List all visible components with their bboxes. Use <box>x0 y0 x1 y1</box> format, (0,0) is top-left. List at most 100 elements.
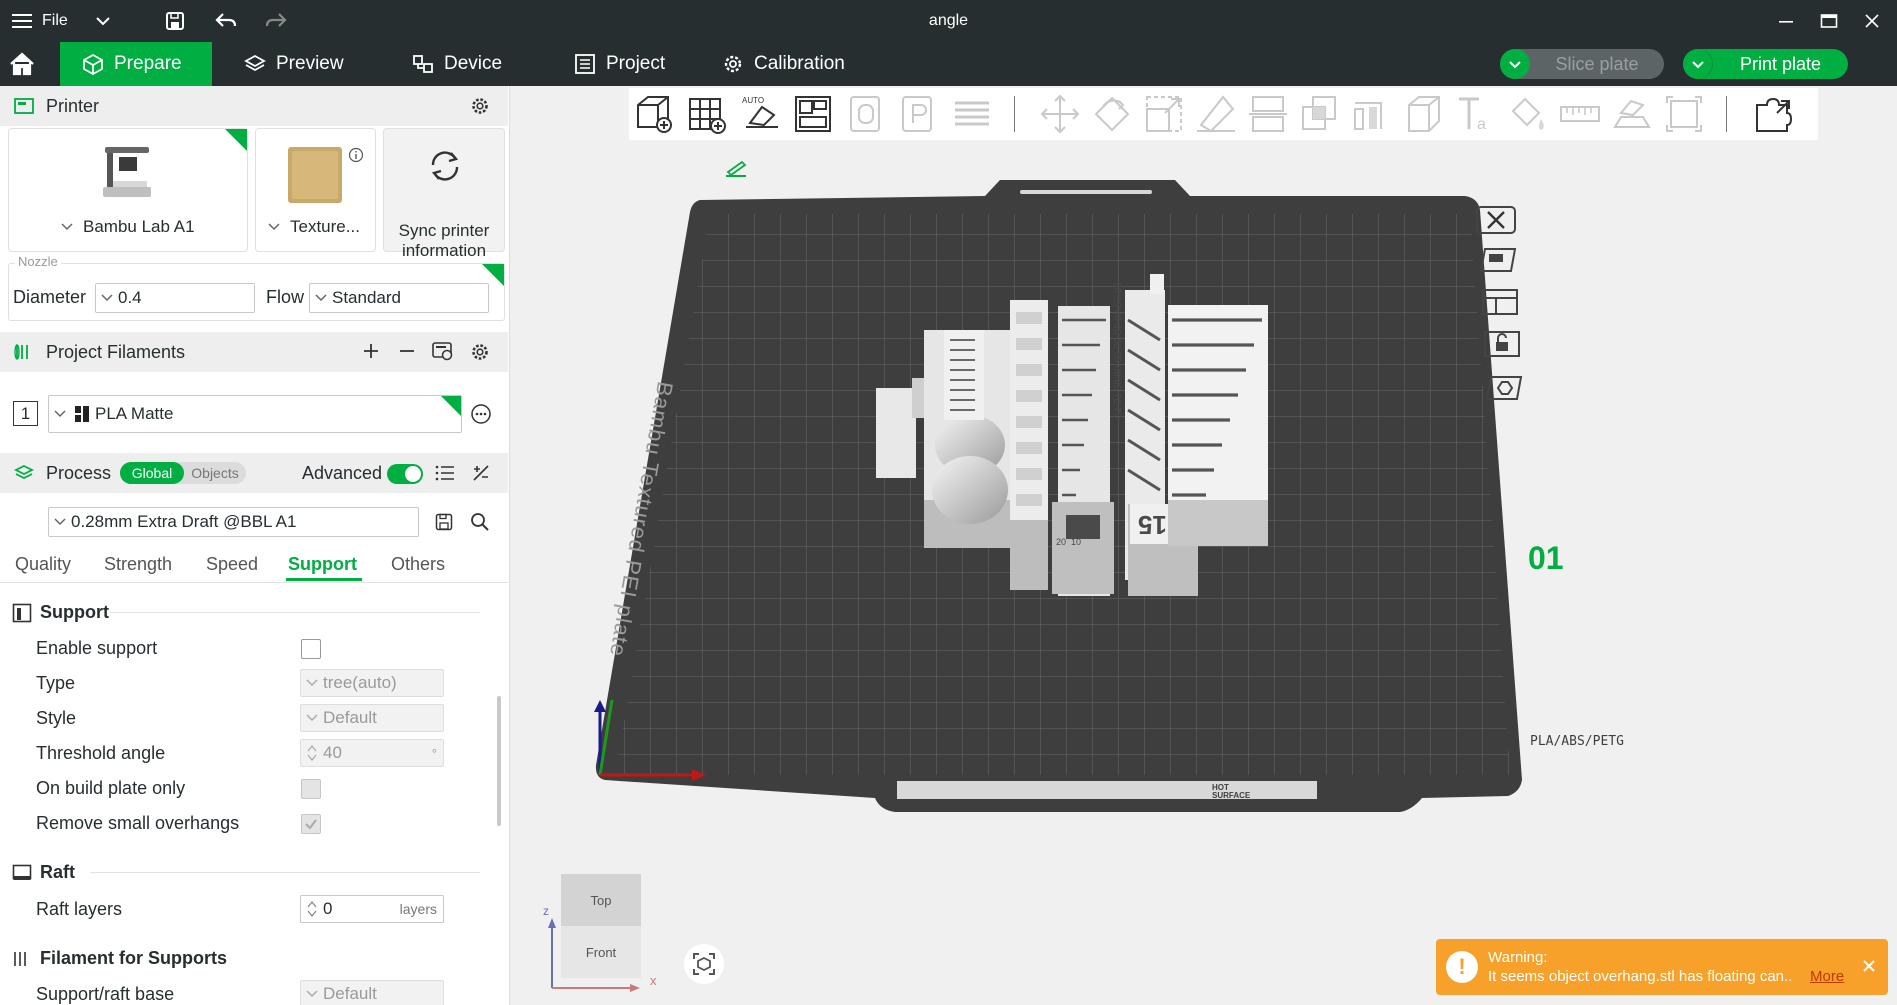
printer-settings-gear-icon[interactable] <box>470 96 490 116</box>
add-filament-icon[interactable] <box>362 342 380 360</box>
undo-button[interactable] <box>212 0 240 42</box>
boolean-button[interactable] <box>1299 93 1341 135</box>
tab-others[interactable]: Others <box>391 554 445 575</box>
process-preset-select[interactable]: 0.28mm Extra Draft @BBL A1 <box>48 507 419 537</box>
advanced-switch[interactable] <box>387 464 423 484</box>
build-plate-scene[interactable] <box>510 86 1897 1005</box>
edit-pencil-icon[interactable] <box>722 156 750 180</box>
auto-orient-button[interactable]: AUTO <box>740 93 782 135</box>
close-window-button[interactable] <box>1858 0 1886 42</box>
tab-prepare[interactable]: Prepare <box>60 42 212 86</box>
raft-icon <box>12 864 32 882</box>
remove-filament-icon[interactable] <box>398 342 416 360</box>
remove-small-overhangs-checkbox[interactable] <box>301 814 321 834</box>
build-plate-only-checkbox[interactable] <box>301 779 321 799</box>
move-button[interactable] <box>1039 93 1081 135</box>
rotate-button[interactable] <box>1091 93 1133 135</box>
lay-on-face-button[interactable] <box>1195 93 1237 135</box>
add-object-button[interactable] <box>632 93 674 135</box>
plate-type-dropdown[interactable]: Texture... <box>268 217 360 237</box>
reset-view-button[interactable] <box>684 944 724 984</box>
filament-more-icon[interactable] <box>470 403 492 425</box>
text-shape-button[interactable]: a <box>1455 93 1497 135</box>
printer-name-dropdown[interactable]: Bambu Lab A1 <box>61 217 195 237</box>
tab-project[interactable]: Project <box>552 42 687 86</box>
fit-view-button[interactable] <box>1663 93 1705 135</box>
print-plate-button[interactable]: Print plate <box>1683 49 1848 79</box>
minimize-button[interactable] <box>1772 0 1800 42</box>
layers-editing-button[interactable] <box>951 93 993 135</box>
support-paint-button[interactable] <box>1351 93 1393 135</box>
redo-button[interactable] <box>262 0 290 42</box>
lock-plate-icon[interactable] <box>1481 328 1523 360</box>
save-preset-icon[interactable] <box>435 513 453 531</box>
color-paint-button[interactable] <box>1507 93 1549 135</box>
print-dropdown-chevron-icon[interactable] <box>1683 49 1713 79</box>
tab-calibration[interactable]: Calibration <box>700 42 867 86</box>
support-type-select[interactable]: tree(auto) <box>300 669 444 697</box>
sync-icon <box>427 149 463 183</box>
maximize-button[interactable] <box>1815 0 1843 42</box>
printer-selector-card[interactable]: Bambu Lab A1 <box>8 128 248 252</box>
tab-support[interactable]: Support <box>288 554 357 575</box>
tab-strength[interactable]: Strength <box>104 554 172 575</box>
split-parts-button[interactable] <box>899 93 941 135</box>
file-menu-button[interactable]: File <box>12 0 72 42</box>
assembly-button[interactable] <box>1611 93 1653 135</box>
plate-settings-icon[interactable] <box>1483 372 1525 404</box>
plate-type-card[interactable]: Texture... <box>255 128 376 252</box>
enable-support-checkbox[interactable] <box>301 639 321 659</box>
flow-select[interactable]: Standard <box>309 283 489 313</box>
delete-plate-icon[interactable] <box>1475 204 1517 236</box>
3d-viewport[interactable]: Bambu Textured PEI plate PLA/ABS/PETG HO… <box>510 86 1897 1005</box>
arrange-plate-icon[interactable] <box>1479 286 1521 318</box>
save-button[interactable] <box>162 0 188 42</box>
ruler-icon <box>1559 93 1601 135</box>
filament-select[interactable]: PLA Matte <box>48 395 462 433</box>
scale-button[interactable] <box>1143 93 1185 135</box>
support-base-select[interactable]: Default <box>300 980 444 1005</box>
measure-button[interactable] <box>1559 93 1601 135</box>
settings-scrollbar[interactable] <box>497 696 501 826</box>
slice-plate-button[interactable]: Slice plate <box>1500 49 1664 79</box>
seam-paint-button[interactable] <box>1403 93 1445 135</box>
process-list-icon[interactable] <box>435 464 455 482</box>
spinner-arrows-icon[interactable] <box>301 900 323 918</box>
filaments-section-header: Project Filaments <box>0 332 508 372</box>
home-button[interactable] <box>0 42 44 86</box>
diameter-select[interactable]: 0.4 <box>95 283 255 313</box>
support-base-label: Support/raft base <box>36 984 175 1004</box>
checkmark-icon <box>305 819 317 830</box>
search-icon[interactable] <box>470 512 490 532</box>
menu-dropdown-button[interactable] <box>90 0 116 42</box>
cut-button[interactable] <box>1247 93 1289 135</box>
tab-preview[interactable]: Preview <box>222 42 366 86</box>
info-icon[interactable] <box>348 147 364 163</box>
filament-settings-gear-icon[interactable] <box>470 342 490 362</box>
tab-divider <box>0 582 508 583</box>
threshold-angle-spinner[interactable]: 40 ° <box>300 739 444 767</box>
tab-speed[interactable]: Speed <box>206 554 258 575</box>
select-plate-icon[interactable] <box>1477 244 1519 276</box>
plugin-button[interactable] <box>1753 93 1795 135</box>
filament-sync-icon[interactable] <box>432 341 454 361</box>
slice-dropdown-chevron-icon[interactable] <box>1500 49 1530 79</box>
support-style-select[interactable]: Default <box>300 704 444 732</box>
spinner-arrows-icon[interactable] <box>301 744 323 762</box>
raft-layers-spinner[interactable]: 0 layers <box>300 895 444 923</box>
close-icon <box>1864 13 1880 29</box>
objects-toggle[interactable]: Objects <box>184 462 246 484</box>
warning-more-link[interactable]: More <box>1810 968 1844 985</box>
filament-supports-group-title: Filament for Supports <box>12 948 227 969</box>
tab-quality[interactable]: Quality <box>15 554 71 575</box>
arrange-button[interactable] <box>792 93 834 135</box>
split-objects-button[interactable] <box>847 93 889 135</box>
sync-printer-button[interactable]: Sync printer information <box>383 128 505 260</box>
add-plate-button[interactable] <box>686 93 728 135</box>
chevron-down-icon <box>301 714 323 722</box>
tab-device[interactable]: Device <box>390 42 524 86</box>
layers-icon <box>244 53 266 75</box>
compare-presets-icon[interactable] <box>471 463 491 483</box>
close-warning-icon[interactable] <box>1862 959 1876 973</box>
global-toggle[interactable]: Global <box>120 462 184 484</box>
